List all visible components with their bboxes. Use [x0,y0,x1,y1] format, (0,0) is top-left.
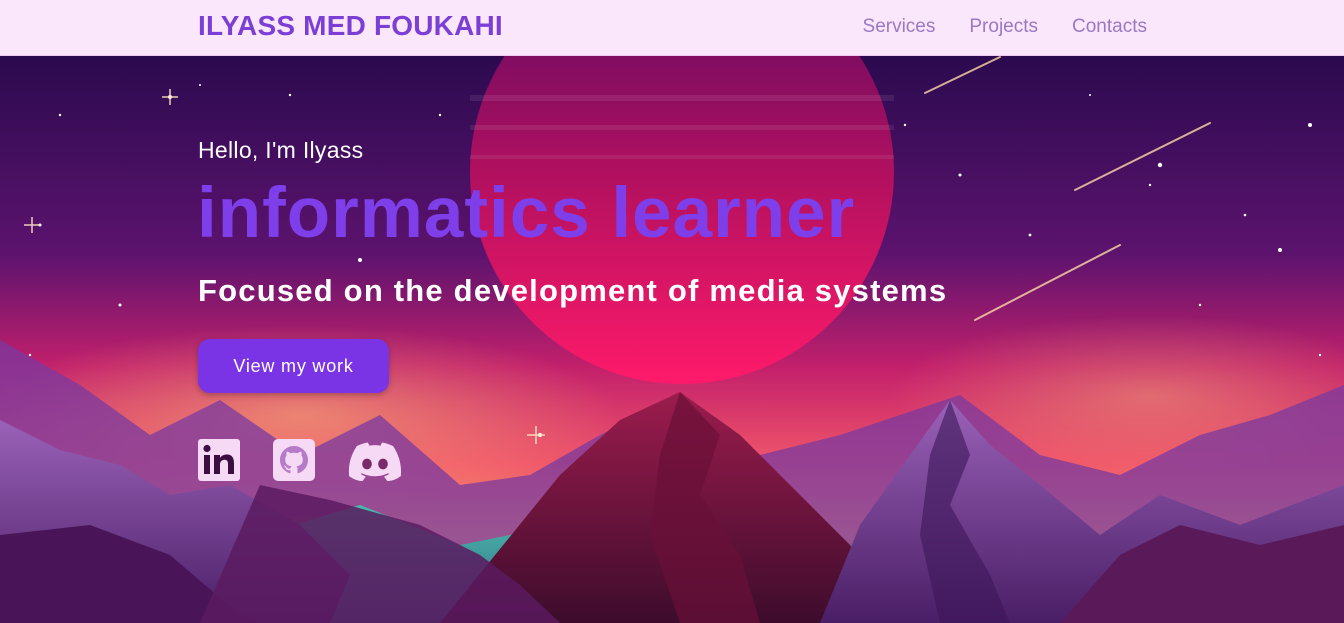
github-icon[interactable] [273,439,315,486]
hero-section: Hello, I'm Ilyass informatics learner Fo… [0,55,1344,623]
view-my-work-button[interactable]: View my work [198,339,389,393]
nav-link-projects[interactable]: Projects [969,16,1038,38]
social-links [198,439,402,486]
discord-icon[interactable] [348,439,402,486]
linkedin-icon[interactable] [198,439,240,486]
site-brand[interactable]: ILYASS MED FOUKAHI [198,10,503,42]
nav-link-services[interactable]: Services [863,16,936,38]
greeting-text: Hello, I'm Ilyass [198,137,364,163]
top-navbar: ILYASS MED FOUKAHI Services Projects Con… [0,0,1344,56]
hero-subtitle: Focused on the development of media syst… [198,273,948,308]
nav-links: Services Projects Contacts [863,16,1147,38]
hero-headline: informatics learner [197,174,856,253]
nav-link-contacts[interactable]: Contacts [1072,16,1147,38]
